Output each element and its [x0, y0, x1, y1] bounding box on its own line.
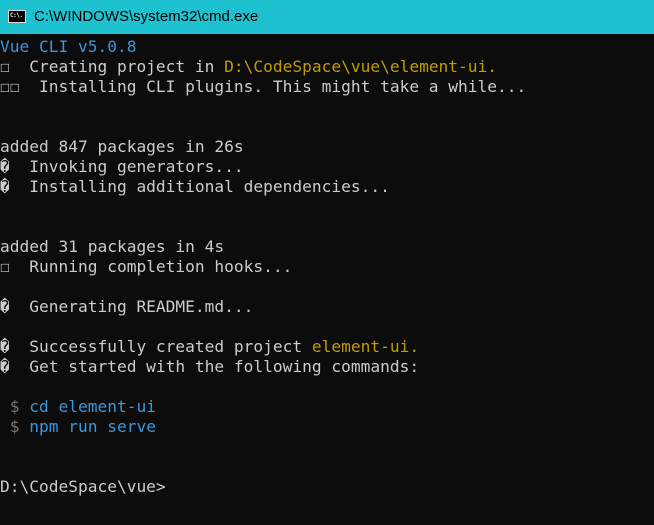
project-path: D:\CodeSpace\vue\element-ui — [224, 57, 488, 76]
cd-command: cd element-ui — [19, 397, 156, 416]
title-bar[interactable]: C:\. C:\WINDOWS\system32\cmd.exe — [0, 0, 654, 34]
command-cd-line: $ cd element-ui — [0, 397, 156, 417]
success-text: � Successfully created project — [0, 337, 312, 356]
installing-plugins-line: ☐☐ Installing CLI plugins. This might ta… — [0, 77, 527, 96]
cmd-icon[interactable]: C:\. — [8, 10, 26, 23]
generating-readme-line: � Generating README.md... — [0, 297, 254, 316]
creating-project-line: ☐ Creating project in D:\CodeSpace\vue\e… — [0, 57, 497, 77]
console-output[interactable]: Vue CLI v5.0.8 ☐ Creating project in D:\… — [0, 36, 654, 525]
invoking-generators-line: � Invoking generators... — [0, 157, 244, 176]
serve-command: npm run serve — [19, 417, 156, 436]
completion-hooks-line: ☐ Running completion hooks... — [0, 257, 293, 276]
command-prompt[interactable]: D:\CodeSpace\vue> — [0, 477, 166, 497]
vue-cli-version: Vue CLI v5.0.8 — [0, 37, 137, 56]
added-packages-line-2: added 31 packages in 4s — [0, 237, 225, 256]
success-line: � Successfully created project element-u… — [0, 337, 419, 357]
added-packages-line-1: added 847 packages in 26s — [0, 137, 244, 156]
creating-project-text: ☐ Creating project in — [0, 57, 225, 76]
dollar-sign-1: $ — [0, 397, 20, 416]
project-path-period: . — [487, 57, 498, 76]
dollar-sign-2: $ — [0, 417, 20, 436]
command-serve-line: $ npm run serve — [0, 417, 156, 437]
installing-dependencies-line: � Installing additional dependencies... — [0, 177, 390, 196]
get-started-line: � Get started with the following command… — [0, 357, 420, 376]
cmd-window: C:\. C:\WINDOWS\system32\cmd.exe Vue CLI… — [0, 0, 654, 525]
project-name: element-ui — [311, 337, 410, 356]
window-title: C:\WINDOWS\system32\cmd.exe — [34, 8, 259, 25]
cmd-icon-label: C:\. — [10, 12, 23, 19]
project-name-period: . — [409, 337, 420, 356]
